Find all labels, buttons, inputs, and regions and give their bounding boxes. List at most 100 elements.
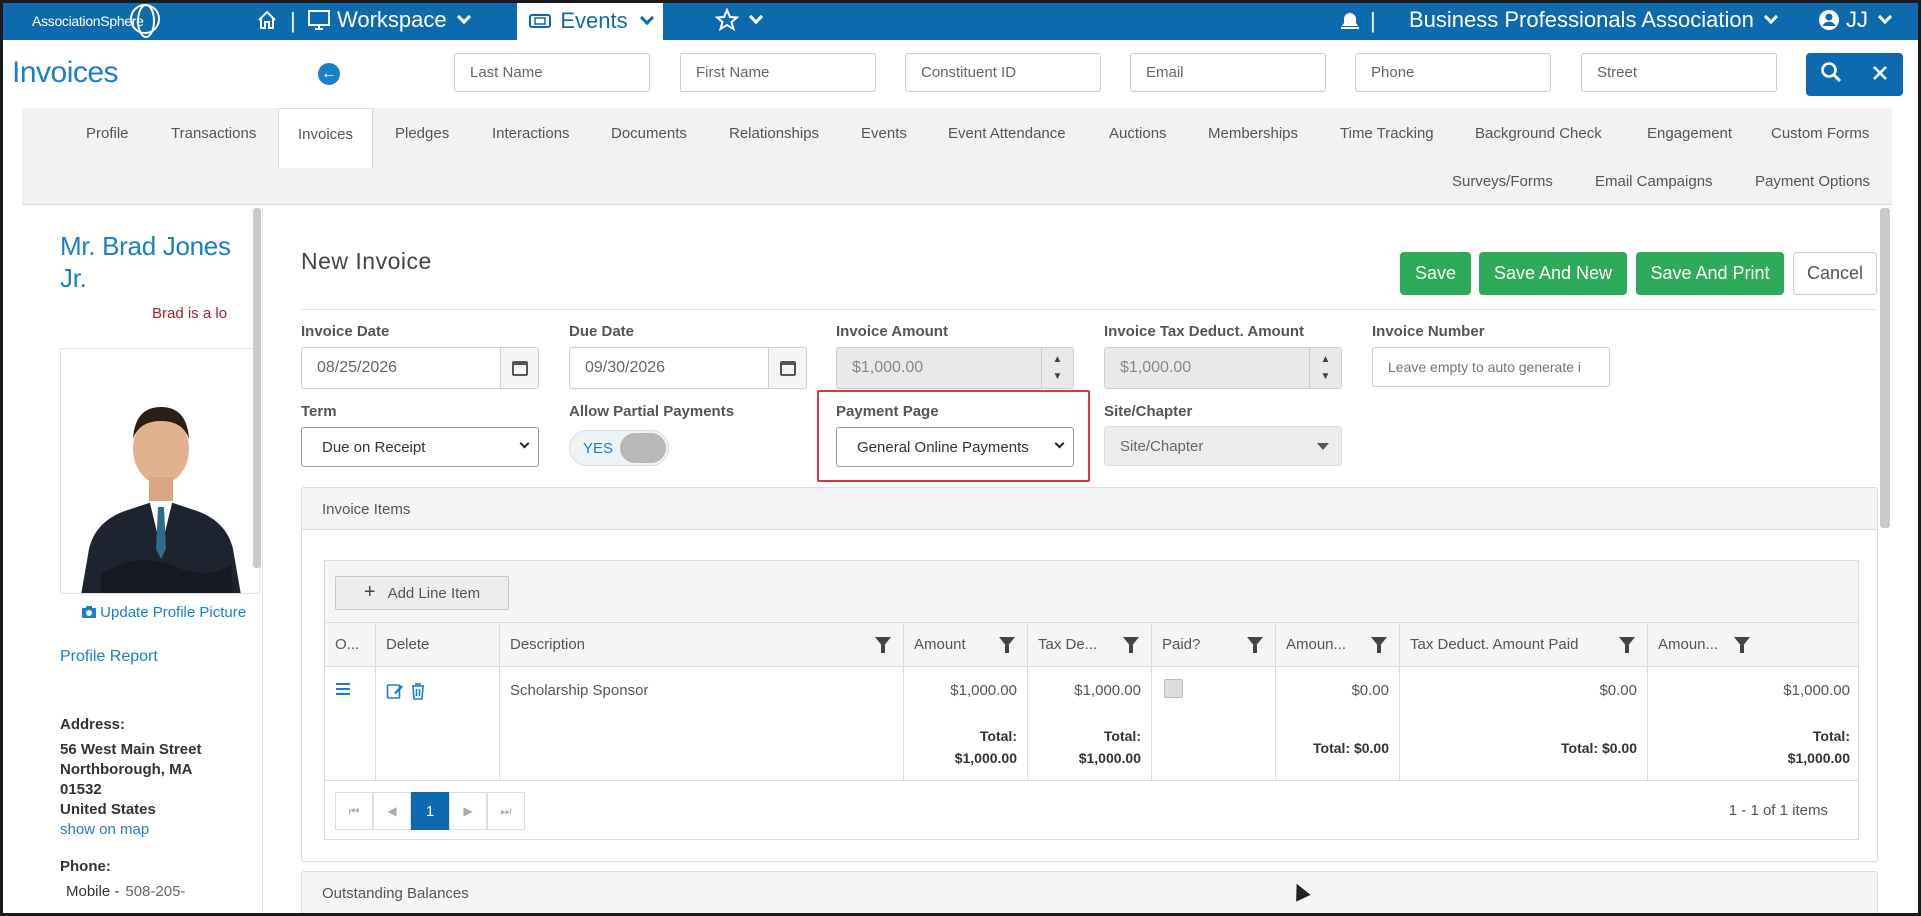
- invoice-items-header[interactable]: Invoice Items: [302, 488, 1877, 530]
- update-profile-picture-link[interactable]: Update Profile Picture: [82, 604, 246, 621]
- last-name-search-input[interactable]: [454, 53, 650, 92]
- edit-icon[interactable]: [386, 682, 404, 700]
- ticket-icon: [529, 14, 552, 28]
- amount-paid-value: $0.00: [1351, 682, 1389, 699]
- show-on-map-link[interactable]: show on map: [60, 821, 149, 838]
- column-tax-deduct[interactable]: Tax De...: [1028, 623, 1152, 667]
- phone-search-input[interactable]: [1355, 53, 1551, 92]
- term-select[interactable]: Due on Receipt: [301, 427, 539, 467]
- number-spinner[interactable]: ▲ ▼: [1309, 348, 1341, 388]
- invoice-date-field[interactable]: 08/25/2026: [301, 347, 539, 389]
- toggle-knob: [620, 433, 666, 463]
- column-amount-paid[interactable]: Amoun...: [1276, 623, 1400, 667]
- calendar-icon[interactable]: [768, 348, 806, 388]
- outstanding-balances-panel[interactable]: Outstanding Balances: [301, 871, 1878, 916]
- row-actions: [376, 667, 500, 781]
- sidebar-scrollbar[interactable]: [253, 208, 261, 568]
- tab-interactions[interactable]: Interactions: [492, 125, 570, 142]
- column-paid[interactable]: Paid?: [1152, 623, 1276, 667]
- tab-transactions[interactable]: Transactions: [171, 125, 256, 142]
- column-amount-due[interactable]: Amoun...: [1648, 623, 1860, 667]
- tab-event-attendance[interactable]: Event Attendance: [948, 125, 1066, 142]
- column-delete[interactable]: Delete: [376, 623, 500, 667]
- column-order[interactable]: O...: [325, 623, 376, 667]
- cancel-button[interactable]: Cancel: [1793, 252, 1877, 295]
- filter-icon[interactable]: [1247, 637, 1263, 653]
- invoice-amount-field: $1,000.00 ▲ ▼: [836, 347, 1074, 389]
- spin-down-icon[interactable]: ▼: [1321, 371, 1331, 382]
- phone-label: Phone:: [60, 858, 111, 875]
- next-page-icon[interactable]: ▶: [449, 792, 487, 830]
- calendar-icon[interactable]: [500, 348, 538, 388]
- profile-report-link[interactable]: Profile Report: [60, 648, 158, 666]
- due-date-field[interactable]: 09/30/2026: [569, 347, 807, 389]
- tab-relationships[interactable]: Relationships: [729, 125, 819, 142]
- filter-icon[interactable]: [999, 637, 1015, 653]
- tab-profile[interactable]: Profile: [86, 125, 129, 142]
- tab-events[interactable]: Events: [861, 125, 907, 142]
- email-search-input[interactable]: [1130, 53, 1326, 92]
- tab-custom-forms[interactable]: Custom Forms: [1771, 125, 1869, 142]
- tab-auctions[interactable]: Auctions: [1109, 125, 1167, 142]
- tab-pledges[interactable]: Pledges: [395, 125, 449, 142]
- tax-deduct-value: $1,000.00: [1074, 682, 1141, 699]
- workspace-menu[interactable]: Workspace: [307, 0, 471, 40]
- main-scrollbar[interactable]: [1880, 208, 1890, 528]
- invoice-number-input[interactable]: [1372, 347, 1610, 387]
- prev-page-icon[interactable]: ◀: [373, 792, 411, 830]
- close-icon[interactable]: [1871, 62, 1889, 88]
- spin-up-icon[interactable]: ▲: [1053, 354, 1063, 365]
- save-and-new-button[interactable]: Save And New: [1479, 252, 1627, 295]
- column-description[interactable]: Description: [500, 623, 904, 667]
- save-button[interactable]: Save: [1400, 252, 1471, 295]
- chevron-down-icon: [1877, 9, 1893, 25]
- first-page-icon[interactable]: ⏮: [335, 792, 373, 830]
- tab-email-campaigns[interactable]: Email Campaigns: [1595, 173, 1713, 190]
- tab-documents[interactable]: Documents: [611, 125, 687, 142]
- events-menu[interactable]: Events: [517, 2, 663, 40]
- spin-up-icon[interactable]: ▲: [1321, 354, 1331, 365]
- save-and-print-button[interactable]: Save And Print: [1636, 252, 1784, 295]
- add-line-item-label: Add Line Item: [387, 584, 481, 602]
- organization-menu[interactable]: Business Professionals Association: [1409, 0, 1778, 40]
- trash-icon[interactable]: [410, 682, 426, 700]
- add-line-item-button[interactable]: + Add Line Item: [335, 576, 509, 610]
- site-chapter-select[interactable]: Site/Chapter: [1104, 426, 1342, 466]
- number-spinner[interactable]: ▲ ▼: [1041, 348, 1073, 388]
- page-number[interactable]: 1: [411, 792, 449, 830]
- home-icon[interactable]: [256, 0, 278, 40]
- filter-icon[interactable]: [1371, 637, 1387, 653]
- search-icon[interactable]: [1820, 61, 1842, 89]
- phone-number[interactable]: 508-205-: [125, 883, 185, 900]
- association-sphere-logo[interactable]: AssociationSphere: [30, 4, 160, 38]
- column-tax-deduct-amount-paid[interactable]: Tax Deduct. Amount Paid: [1400, 623, 1648, 667]
- tab-background-check[interactable]: Background Check: [1475, 125, 1602, 142]
- column-amount[interactable]: Amount: [904, 623, 1028, 667]
- drag-handle[interactable]: [325, 667, 376, 781]
- allow-partial-payments-toggle[interactable]: YES: [569, 430, 669, 466]
- first-name-search-input[interactable]: [680, 53, 876, 92]
- term-label: Term: [301, 403, 337, 420]
- back-arrow-icon[interactable]: ←: [318, 63, 340, 85]
- constituent-id-search-input[interactable]: [905, 53, 1101, 92]
- spin-down-icon[interactable]: ▼: [1053, 371, 1063, 382]
- filter-icon[interactable]: [1619, 637, 1635, 653]
- user-menu[interactable]: JJ: [1818, 0, 1893, 40]
- filter-icon[interactable]: [1734, 637, 1750, 653]
- favorites-menu[interactable]: [715, 0, 764, 40]
- tab-payment-options[interactable]: Payment Options: [1755, 173, 1870, 190]
- payment-page-select[interactable]: General Online Payments: [836, 427, 1074, 467]
- tab-surveys-forms[interactable]: Surveys/Forms: [1452, 173, 1553, 190]
- filter-icon[interactable]: [875, 637, 891, 653]
- tax-paid-total: Total: $0.00: [1561, 740, 1637, 756]
- last-page-icon[interactable]: ⏭: [487, 792, 525, 830]
- site-chapter-value: Site/Chapter: [1120, 437, 1204, 455]
- street-search-input[interactable]: [1581, 53, 1777, 92]
- tab-invoices[interactable]: Invoices: [278, 108, 374, 168]
- tab-memberships[interactable]: Memberships: [1208, 125, 1298, 142]
- notification-bell-icon[interactable]: [1338, 0, 1362, 40]
- paid-checkbox[interactable]: [1164, 679, 1183, 698]
- filter-icon[interactable]: [1123, 637, 1139, 653]
- tab-time-tracking[interactable]: Time Tracking: [1340, 125, 1434, 142]
- tab-engagement[interactable]: Engagement: [1647, 125, 1732, 142]
